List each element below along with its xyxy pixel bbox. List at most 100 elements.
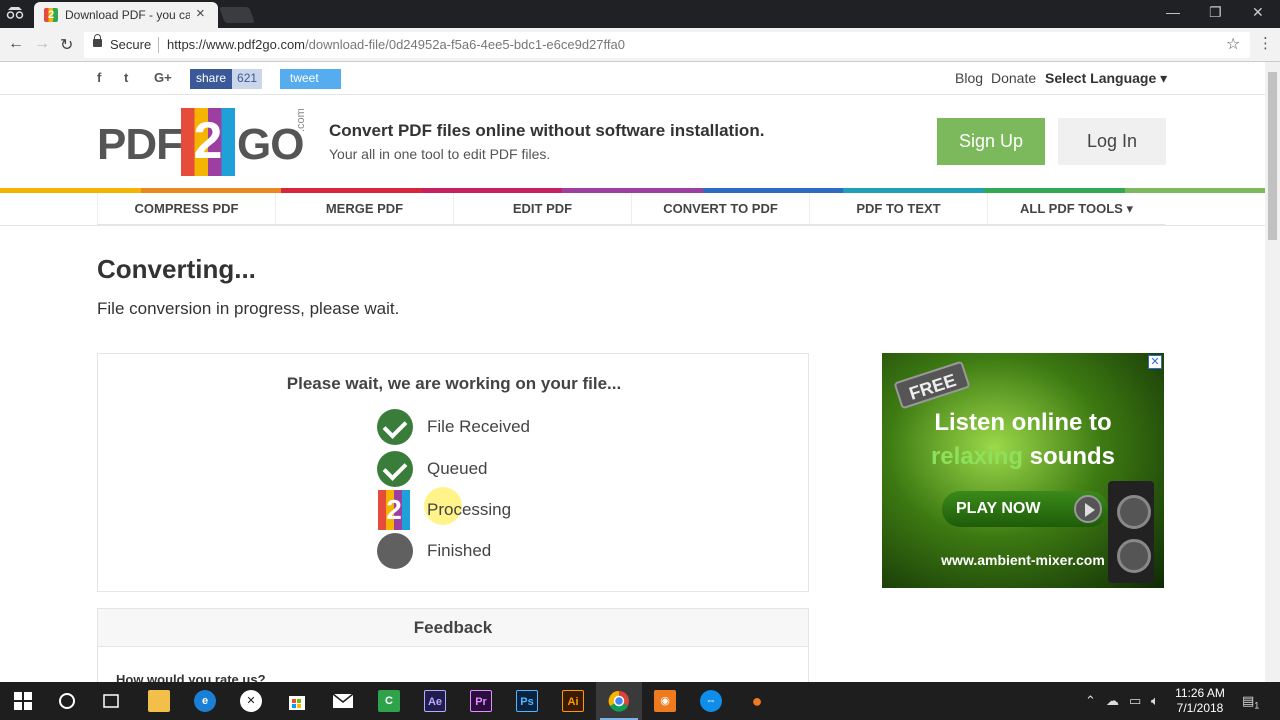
action-center-icon[interactable]: ▤1 [1242, 693, 1259, 711]
header-tagline: Convert PDF files online without softwar… [329, 121, 765, 140]
forward-icon[interactable]: → [34, 35, 50, 53]
sign-up-button[interactable]: Sign Up [937, 118, 1045, 165]
logo-go-text: GO [237, 120, 304, 169]
tab-title: Download PDF - you can [65, 8, 190, 22]
language-select[interactable]: Select Language ▾ [1045, 70, 1167, 87]
edge-icon[interactable]: e [182, 682, 228, 720]
restore-icon[interactable]: ❐ [1209, 4, 1222, 21]
address-bar[interactable]: Secure https://www.pdf2go.com/download-f… [84, 32, 1250, 58]
facebook-share-button[interactable]: share 621 [190, 69, 263, 89]
omnibox-divider [158, 37, 159, 53]
camtasia-icon[interactable]: C [366, 682, 412, 720]
nav-all-pdf-tools[interactable]: ALL PDF TOOLS ▾ [987, 193, 1165, 224]
ad-highlight: relaxing [930, 443, 1024, 470]
onedrive-icon[interactable]: ☁ [1106, 693, 1119, 709]
nav-edit-pdf[interactable]: EDIT PDF [453, 193, 631, 224]
blog-link[interactable]: Blog [955, 70, 983, 86]
pending-dot-icon [377, 533, 413, 569]
scrollbar-thumb[interactable] [1268, 72, 1277, 240]
minimize-icon[interactable]: — [1166, 4, 1180, 20]
clock-date: 7/1/2018 [1176, 701, 1224, 715]
app-orange-icon[interactable]: ◉ [642, 682, 688, 720]
illustrator-icon[interactable]: Ai [550, 682, 596, 720]
check-icon [377, 451, 413, 487]
windows-start-icon[interactable] [0, 682, 46, 720]
fb-share-label: share [190, 69, 233, 89]
ad-headline-2: relaxing sounds [882, 443, 1164, 471]
cortana-icon[interactable] [44, 682, 90, 720]
windows-taskbar: e ✕ C Ae Pr Ps Ai ◉ ⇔ ● ⌃ ☁ ▭ 🔈︎ 11:26 A… [0, 682, 1280, 720]
mail-icon[interactable] [320, 682, 366, 720]
ad-headline-1: Listen online to [934, 409, 1112, 436]
incognito-icon [6, 6, 24, 22]
nav-convert-to-pdf[interactable]: CONVERT TO PDF [631, 193, 809, 224]
tab-close-icon[interactable]: × [196, 5, 205, 22]
step-label: File Received [427, 417, 530, 436]
recorder-icon[interactable]: ● [734, 682, 780, 720]
progress-card-title: Please wait, we are working on your file… [286, 374, 622, 393]
reload-icon[interactable]: ↻ [60, 35, 73, 55]
chrome-icon[interactable] [596, 682, 642, 720]
pdf2go-logo-icon: 2 [378, 490, 410, 530]
after-effects-icon[interactable]: Ae [412, 682, 458, 720]
file-explorer-icon[interactable] [136, 682, 182, 720]
step-label: Processing [427, 500, 512, 519]
url-host: https://www.pdf2go.com [167, 37, 306, 52]
ad-free-badge: FREE [893, 360, 971, 410]
premiere-icon[interactable]: Pr [458, 682, 504, 720]
play-icon [1074, 495, 1102, 523]
google-plus-icon[interactable]: G+ [154, 70, 172, 85]
facebook-icon[interactable]: f [97, 70, 101, 85]
tab-favicon-icon: 2 [44, 8, 58, 22]
ad-close-icon[interactable]: ✕ [1148, 355, 1162, 369]
feedback-question: How would you rate us? [116, 672, 266, 682]
taskbar-clock[interactable]: 11:26 AM 7/1/2018 [1174, 686, 1226, 716]
ad-play-now-button[interactable]: PLAY NOW [942, 491, 1108, 527]
feedback-title: Feedback [98, 609, 808, 647]
pdf2go-logo[interactable]: PDF 2 GO .com [97, 106, 317, 178]
notification-count: 1 [1254, 700, 1260, 711]
window-close-icon[interactable]: ✕ [1252, 4, 1264, 21]
page-title: Converting... [97, 254, 256, 284]
bookmark-star-icon[interactable]: ☆ [1226, 34, 1240, 54]
page-lead: File conversion in progress, please wait… [97, 299, 400, 318]
secure-label: Secure [110, 37, 152, 52]
feedback-panel: Feedback How would you rate us? [97, 608, 809, 682]
browser-titlebar: 2 Download PDF - you can × — ❐ ✕ [0, 0, 1280, 28]
nav-merge-pdf[interactable]: MERGE PDF [275, 193, 453, 224]
ad-play-label: PLAY NOW [956, 500, 1041, 517]
back-icon[interactable]: ← [8, 35, 24, 53]
fb-share-count: 621 [232, 69, 263, 89]
browser-tab[interactable]: 2 Download PDF - you can × [34, 2, 218, 28]
top-utility-bar: f t G+ share 621 tweet Blog Donate Selec… [0, 62, 1265, 95]
nav-compress-pdf[interactable]: COMPRESS PDF [97, 193, 275, 224]
volume-icon[interactable]: 🔈︎ [1151, 693, 1159, 709]
donate-link[interactable]: Donate [991, 70, 1036, 86]
logo-pdf-text: PDF [97, 120, 183, 169]
store-icon[interactable] [274, 682, 320, 720]
task-view-icon[interactable] [88, 682, 134, 720]
url-path: /download-file/0d24952a-f5a6-4ee5-bdc1-e… [305, 37, 625, 52]
lock-icon [93, 34, 102, 47]
new-tab-button[interactable] [219, 7, 255, 23]
step-label: Finished [427, 541, 492, 560]
header-subtagline: Your all in one tool to edit PDF files. [329, 146, 551, 162]
twitter-icon[interactable]: t [124, 70, 128, 85]
progress-card: Please wait, we are working on your file… [97, 353, 809, 592]
nav-pdf-to-text[interactable]: PDF TO TEXT [809, 193, 987, 224]
logo-two-block: 2 [181, 108, 235, 176]
advertisement-banner[interactable]: ✕ FREE Listen online to relaxing sounds … [882, 353, 1164, 588]
network-icon[interactable]: ▭ [1129, 693, 1141, 709]
chrome-menu-icon[interactable]: ⋮ [1258, 34, 1273, 52]
teamviewer-icon[interactable]: ⇔ [688, 682, 734, 720]
xbox-icon[interactable]: ✕ [228, 682, 274, 720]
page-scrollbar[interactable] [1265, 62, 1280, 682]
ad-headline-rest: sounds [1023, 443, 1116, 470]
tweet-button[interactable]: tweet [280, 69, 341, 89]
photoshop-icon[interactable]: Ps [504, 682, 550, 720]
tray-overflow-icon[interactable]: ⌃ [1085, 693, 1096, 709]
log-in-button[interactable]: Log In [1058, 118, 1166, 165]
check-icon [377, 409, 413, 445]
url-text[interactable]: https://www.pdf2go.com/download-file/0d2… [167, 37, 625, 52]
web-page: f t G+ share 621 tweet Blog Donate Selec… [0, 62, 1265, 682]
